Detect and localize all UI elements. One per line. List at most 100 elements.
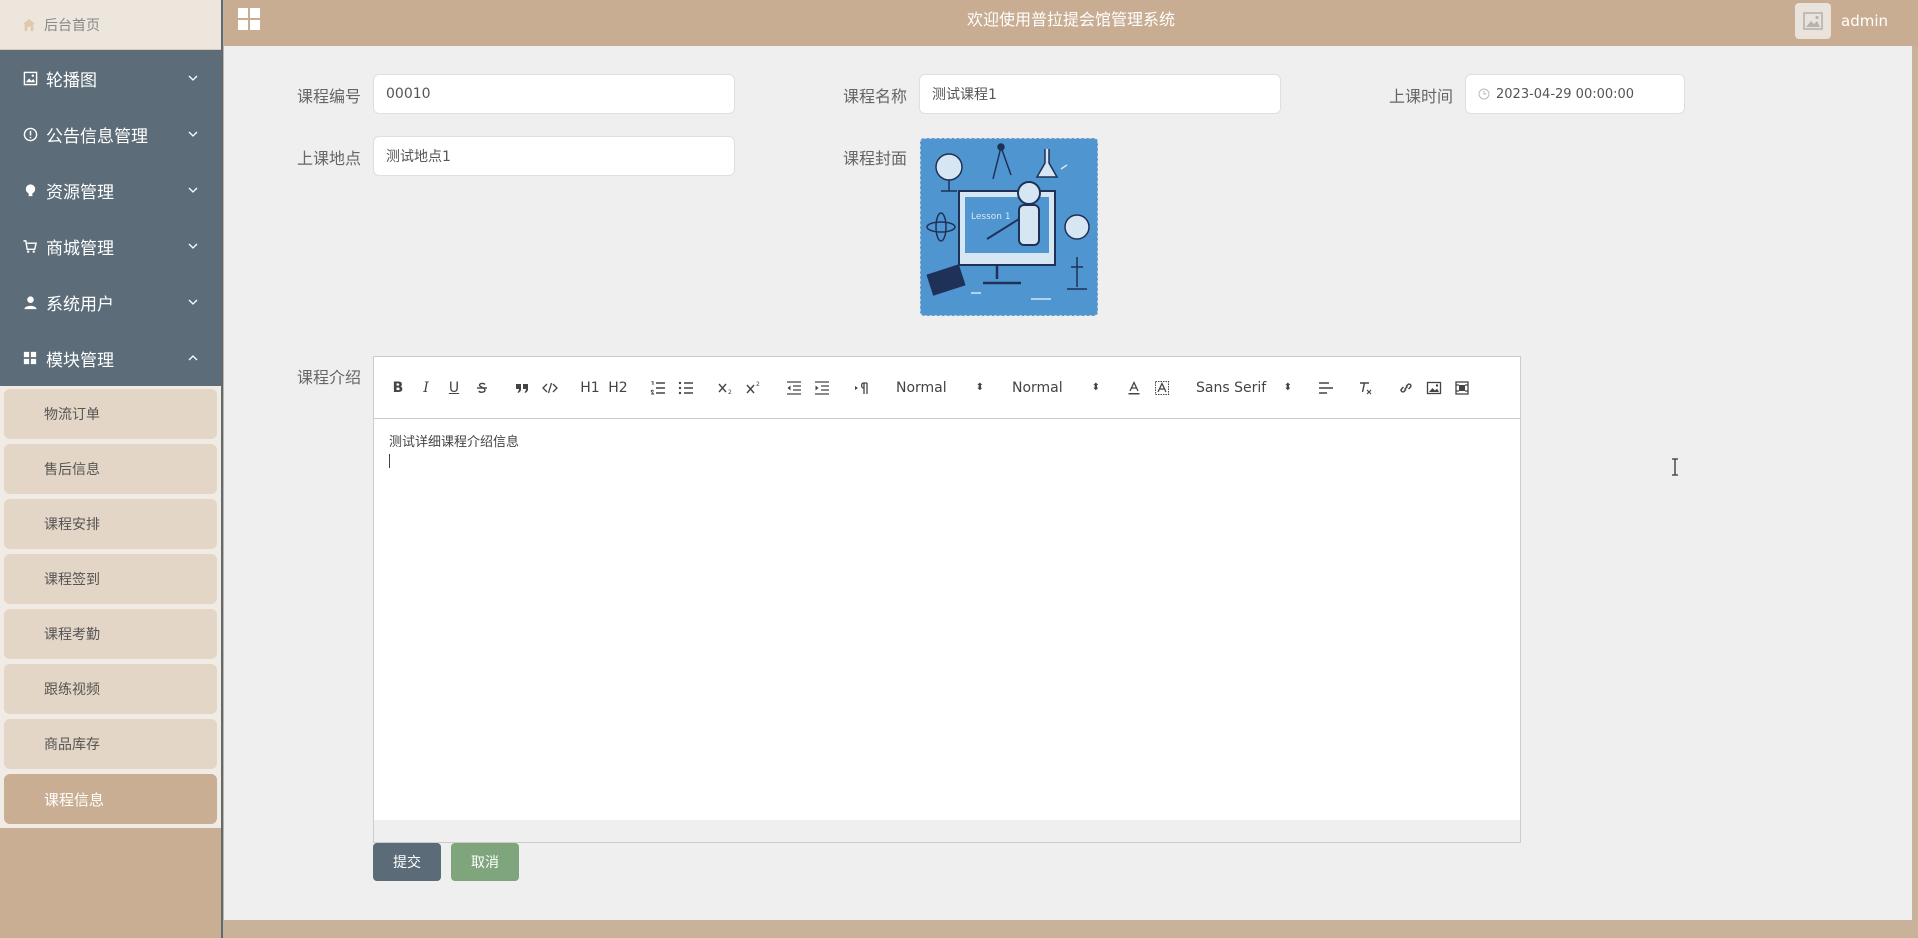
strike-button[interactable] (468, 376, 496, 400)
course-name-input[interactable]: 测试课程1 (919, 74, 1281, 114)
clean-format-button[interactable] (1352, 376, 1380, 400)
chevron-up-icon (188, 355, 198, 361)
sidebar-home-label: 后台首页 (44, 17, 100, 34)
class-time-picker[interactable]: 2023-04-29 00:00:00 (1465, 74, 1685, 114)
superscript-button[interactable]: 2 (740, 376, 768, 400)
outdent-button[interactable] (780, 376, 808, 400)
header-select[interactable]: Normal ⬍ (888, 376, 992, 400)
text-direction-button[interactable] (848, 376, 876, 400)
background-color-button[interactable] (1148, 376, 1176, 400)
blockquote-button[interactable] (508, 376, 536, 400)
cover-image: Lesson 1 (921, 139, 1097, 315)
sidebar-item-shop[interactable]: 商城管理 (0, 218, 221, 274)
bold-button[interactable]: B (384, 376, 412, 400)
chevron-down-icon (188, 299, 198, 305)
sidebar-item-carousel[interactable]: 轮播图 (0, 50, 221, 106)
ordered-list-button[interactable] (644, 376, 672, 400)
grid-icon (23, 351, 37, 365)
course-no-value: 00010 (386, 86, 431, 102)
link-button[interactable] (1392, 376, 1420, 400)
location-input[interactable]: 测试地点1 (373, 136, 735, 176)
submenu-item-course-attendance[interactable]: 课程考勤 (4, 609, 217, 659)
course-no-input[interactable]: 00010 (373, 74, 735, 114)
sort-icon: ⬍ (1283, 382, 1292, 393)
image-icon (1426, 381, 1442, 394)
indent-icon (815, 380, 829, 395)
avatar[interactable] (1795, 3, 1831, 39)
bullet-list-button[interactable] (672, 376, 700, 400)
submenu-item-logistics-orders[interactable]: 物流订单 (4, 389, 217, 439)
superscript-icon: 2 (746, 381, 760, 393)
user-menu[interactable]: admin (1795, 0, 1888, 42)
size-select-value: Normal (1012, 379, 1063, 396)
italic-button[interactable]: I (412, 376, 440, 400)
submenu-item-after-sales[interactable]: 售后信息 (4, 444, 217, 494)
h1-label: H1 (580, 379, 600, 396)
course-name-label: 课程名称 (843, 87, 908, 106)
sidebar-item-resources[interactable]: 资源管理 (0, 162, 221, 218)
sidebar-item-notice[interactable]: 公告信息管理 (0, 106, 221, 162)
clear-format-icon (1360, 381, 1372, 394)
svg-text:2: 2 (728, 389, 732, 395)
sidebar-item-label: 轮播图 (46, 70, 97, 91)
svg-text:2: 2 (756, 381, 760, 388)
image-placeholder-icon (1803, 12, 1823, 30)
submenu-item-course-info[interactable]: 课程信息 (4, 774, 217, 824)
font-color-icon (1128, 380, 1140, 394)
h2-button[interactable]: H2 (604, 376, 632, 400)
lightbulb-icon (25, 183, 35, 196)
font-select[interactable]: Sans Serif ⬍ (1188, 376, 1300, 400)
chevron-down-icon (188, 75, 198, 81)
editor-content-area[interactable]: 测试详细课程介绍信息 (374, 419, 1520, 799)
align-left-icon (1319, 381, 1333, 394)
sidebar-item-system-users[interactable]: 系统用户 (0, 274, 221, 330)
sidebar: 后台首页 轮播图 公告信息管理 资源管理 商城管理 系统用户 模块管理 物流订单… (0, 0, 223, 938)
course-no-label: 课程编号 (297, 87, 362, 106)
video-icon (1455, 380, 1469, 395)
submenu-item-course-signin[interactable]: 课程签到 (4, 554, 217, 604)
quote-icon (516, 383, 528, 393)
cover-label: 课程封面 (843, 149, 908, 168)
text-caret (389, 454, 390, 468)
image-button[interactable] (1420, 376, 1448, 400)
font-color-button[interactable] (1120, 376, 1148, 400)
app-title: 欢迎使用普拉提会馆管理系统 (966, 10, 1175, 29)
submenu-item-follow-videos[interactable]: 跟练视频 (4, 664, 217, 714)
video-button[interactable] (1448, 376, 1476, 400)
editor-footer (374, 820, 1520, 842)
outdent-icon (787, 380, 801, 395)
sidebar-item-label: 系统用户 (46, 294, 114, 315)
h1-button[interactable]: H1 (576, 376, 604, 400)
rich-text-editor: B I U H1 H2 2 2 Normal ⬍ Normal ⬍ Sans S… (373, 356, 1521, 843)
ordered-list-icon (650, 380, 665, 394)
home-icon (22, 18, 36, 31)
picture-icon (23, 71, 37, 85)
cart-icon (23, 239, 37, 253)
course-name-value: 测试课程1 (932, 87, 997, 103)
sidebar-home[interactable]: 后台首页 (0, 0, 221, 50)
subscript-button[interactable]: 2 (712, 376, 740, 400)
sidebar-item-label: 商城管理 (46, 238, 114, 259)
cover-image-text: Lesson 1 (971, 212, 1011, 222)
text-direction-icon (855, 381, 868, 394)
header-select-value: Normal (896, 379, 947, 396)
class-time-value: 2023-04-29 00:00:00 (1496, 86, 1635, 102)
cancel-button[interactable]: 取消 (451, 843, 519, 881)
align-button[interactable] (1312, 376, 1340, 400)
subscript-icon: 2 (718, 383, 732, 395)
cover-upload[interactable]: Lesson 1 (920, 138, 1098, 316)
location-value: 测试地点1 (386, 149, 451, 165)
intro-text: 测试详细课程介绍信息 (389, 435, 520, 450)
top-bar: 欢迎使用普拉提会馆管理系统 admin (224, 0, 1918, 46)
indent-button[interactable] (808, 376, 836, 400)
submenu-item-product-stock[interactable]: 商品库存 (4, 719, 217, 769)
underline-button[interactable]: U (440, 376, 468, 400)
size-select[interactable]: Normal ⬍ (1004, 376, 1108, 400)
main-content: 课程编号 00010 课程名称 测试课程1 上课时间 2023-04-29 00… (224, 46, 1912, 920)
submenu-item-course-schedule[interactable]: 课程安排 (4, 499, 217, 549)
background-color-icon (1155, 380, 1169, 395)
editor-toolbar: B I U H1 H2 2 2 Normal ⬍ Normal ⬍ Sans S… (374, 357, 1520, 419)
submit-button[interactable]: 提交 (373, 843, 441, 881)
code-block-button[interactable] (536, 376, 564, 400)
sidebar-item-modules[interactable]: 模块管理 (0, 330, 221, 386)
